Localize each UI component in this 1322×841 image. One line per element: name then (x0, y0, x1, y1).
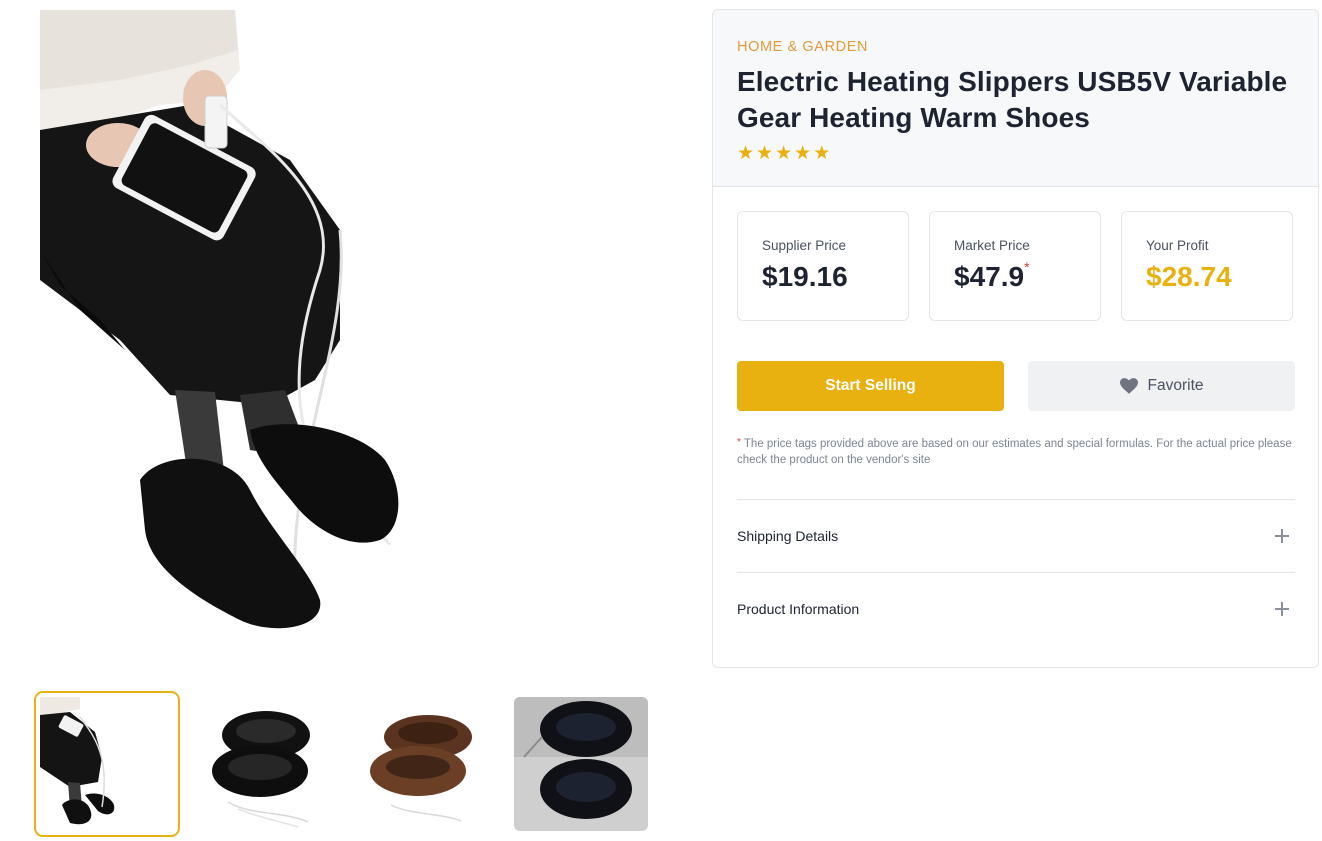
product-information-toggle[interactable]: Product Information (737, 572, 1295, 645)
profit-box: Your Profit $28.74 (1121, 211, 1293, 321)
market-price-value: $47.9 (954, 261, 1025, 292)
price-boxes: Supplier Price $19.16 Market Price $47.9… (737, 211, 1293, 321)
thumbnail-woman-wearing-slippers[interactable] (34, 691, 180, 837)
disclaimer-text: The price tags provided above are based … (737, 438, 1292, 466)
market-price-box: Market Price $47.9* (929, 211, 1101, 321)
star-icon: ★ (775, 143, 793, 164)
market-price-label: Market Price (954, 238, 1030, 253)
thumbnail-brown-slippers[interactable] (356, 697, 490, 831)
thumbnail-image-3 (356, 697, 490, 831)
product-information-label: Product Information (737, 601, 860, 617)
heart-icon (1119, 378, 1138, 394)
favorite-button[interactable]: Favorite (1028, 361, 1295, 411)
product-card: HOME & GARDEN Electric Heating Slippers … (712, 9, 1319, 668)
shipping-details-label: Shipping Details (737, 528, 839, 544)
thumbnail-image-2 (198, 697, 332, 831)
shipping-details-toggle[interactable]: Shipping Details (737, 499, 1295, 572)
thumbnail-image-4 (514, 697, 648, 831)
action-buttons: Start Selling Favorite (737, 361, 1295, 411)
product-category[interactable]: HOME & GARDEN (737, 38, 1294, 56)
price-disclaimer: * The price tags provided above are base… (737, 436, 1293, 468)
favorite-label: Favorite (1147, 377, 1204, 394)
supplier-price-label: Supplier Price (762, 238, 847, 253)
star-icon: ★ (737, 143, 755, 164)
plus-icon[interactable] (1275, 602, 1289, 616)
start-selling-button[interactable]: Start Selling (737, 361, 1004, 411)
supplier-price-value: $19.16 (762, 261, 848, 292)
supplier-price-box: Supplier Price $19.16 (737, 211, 909, 321)
market-price-row: $47.9* (954, 260, 1100, 294)
star-icon: ★ (794, 143, 812, 164)
plus-icon[interactable] (1275, 529, 1289, 543)
star-icon: ★ (813, 143, 831, 164)
product-title: Electric Heating Slippers USB5V Variable… (737, 66, 1288, 133)
market-price-asterisk: * (1024, 259, 1030, 275)
thumbnail-image-1 (40, 697, 174, 831)
start-selling-label: Start Selling (825, 377, 916, 394)
main-product-image (40, 10, 680, 650)
rating-stars: ★ ★ ★ ★ ★ (737, 144, 1294, 164)
thumbnail-strip (34, 691, 654, 837)
profit-label: Your Profit (1146, 238, 1209, 253)
thumbnail-black-slippers-top-view[interactable] (514, 697, 648, 831)
thumbnail-black-slippers[interactable] (198, 697, 332, 831)
star-icon: ★ (756, 143, 774, 164)
main-product-photo (40, 10, 680, 650)
product-header: HOME & GARDEN Electric Heating Slippers … (713, 10, 1318, 187)
profit-value: $28.74 (1146, 261, 1232, 292)
